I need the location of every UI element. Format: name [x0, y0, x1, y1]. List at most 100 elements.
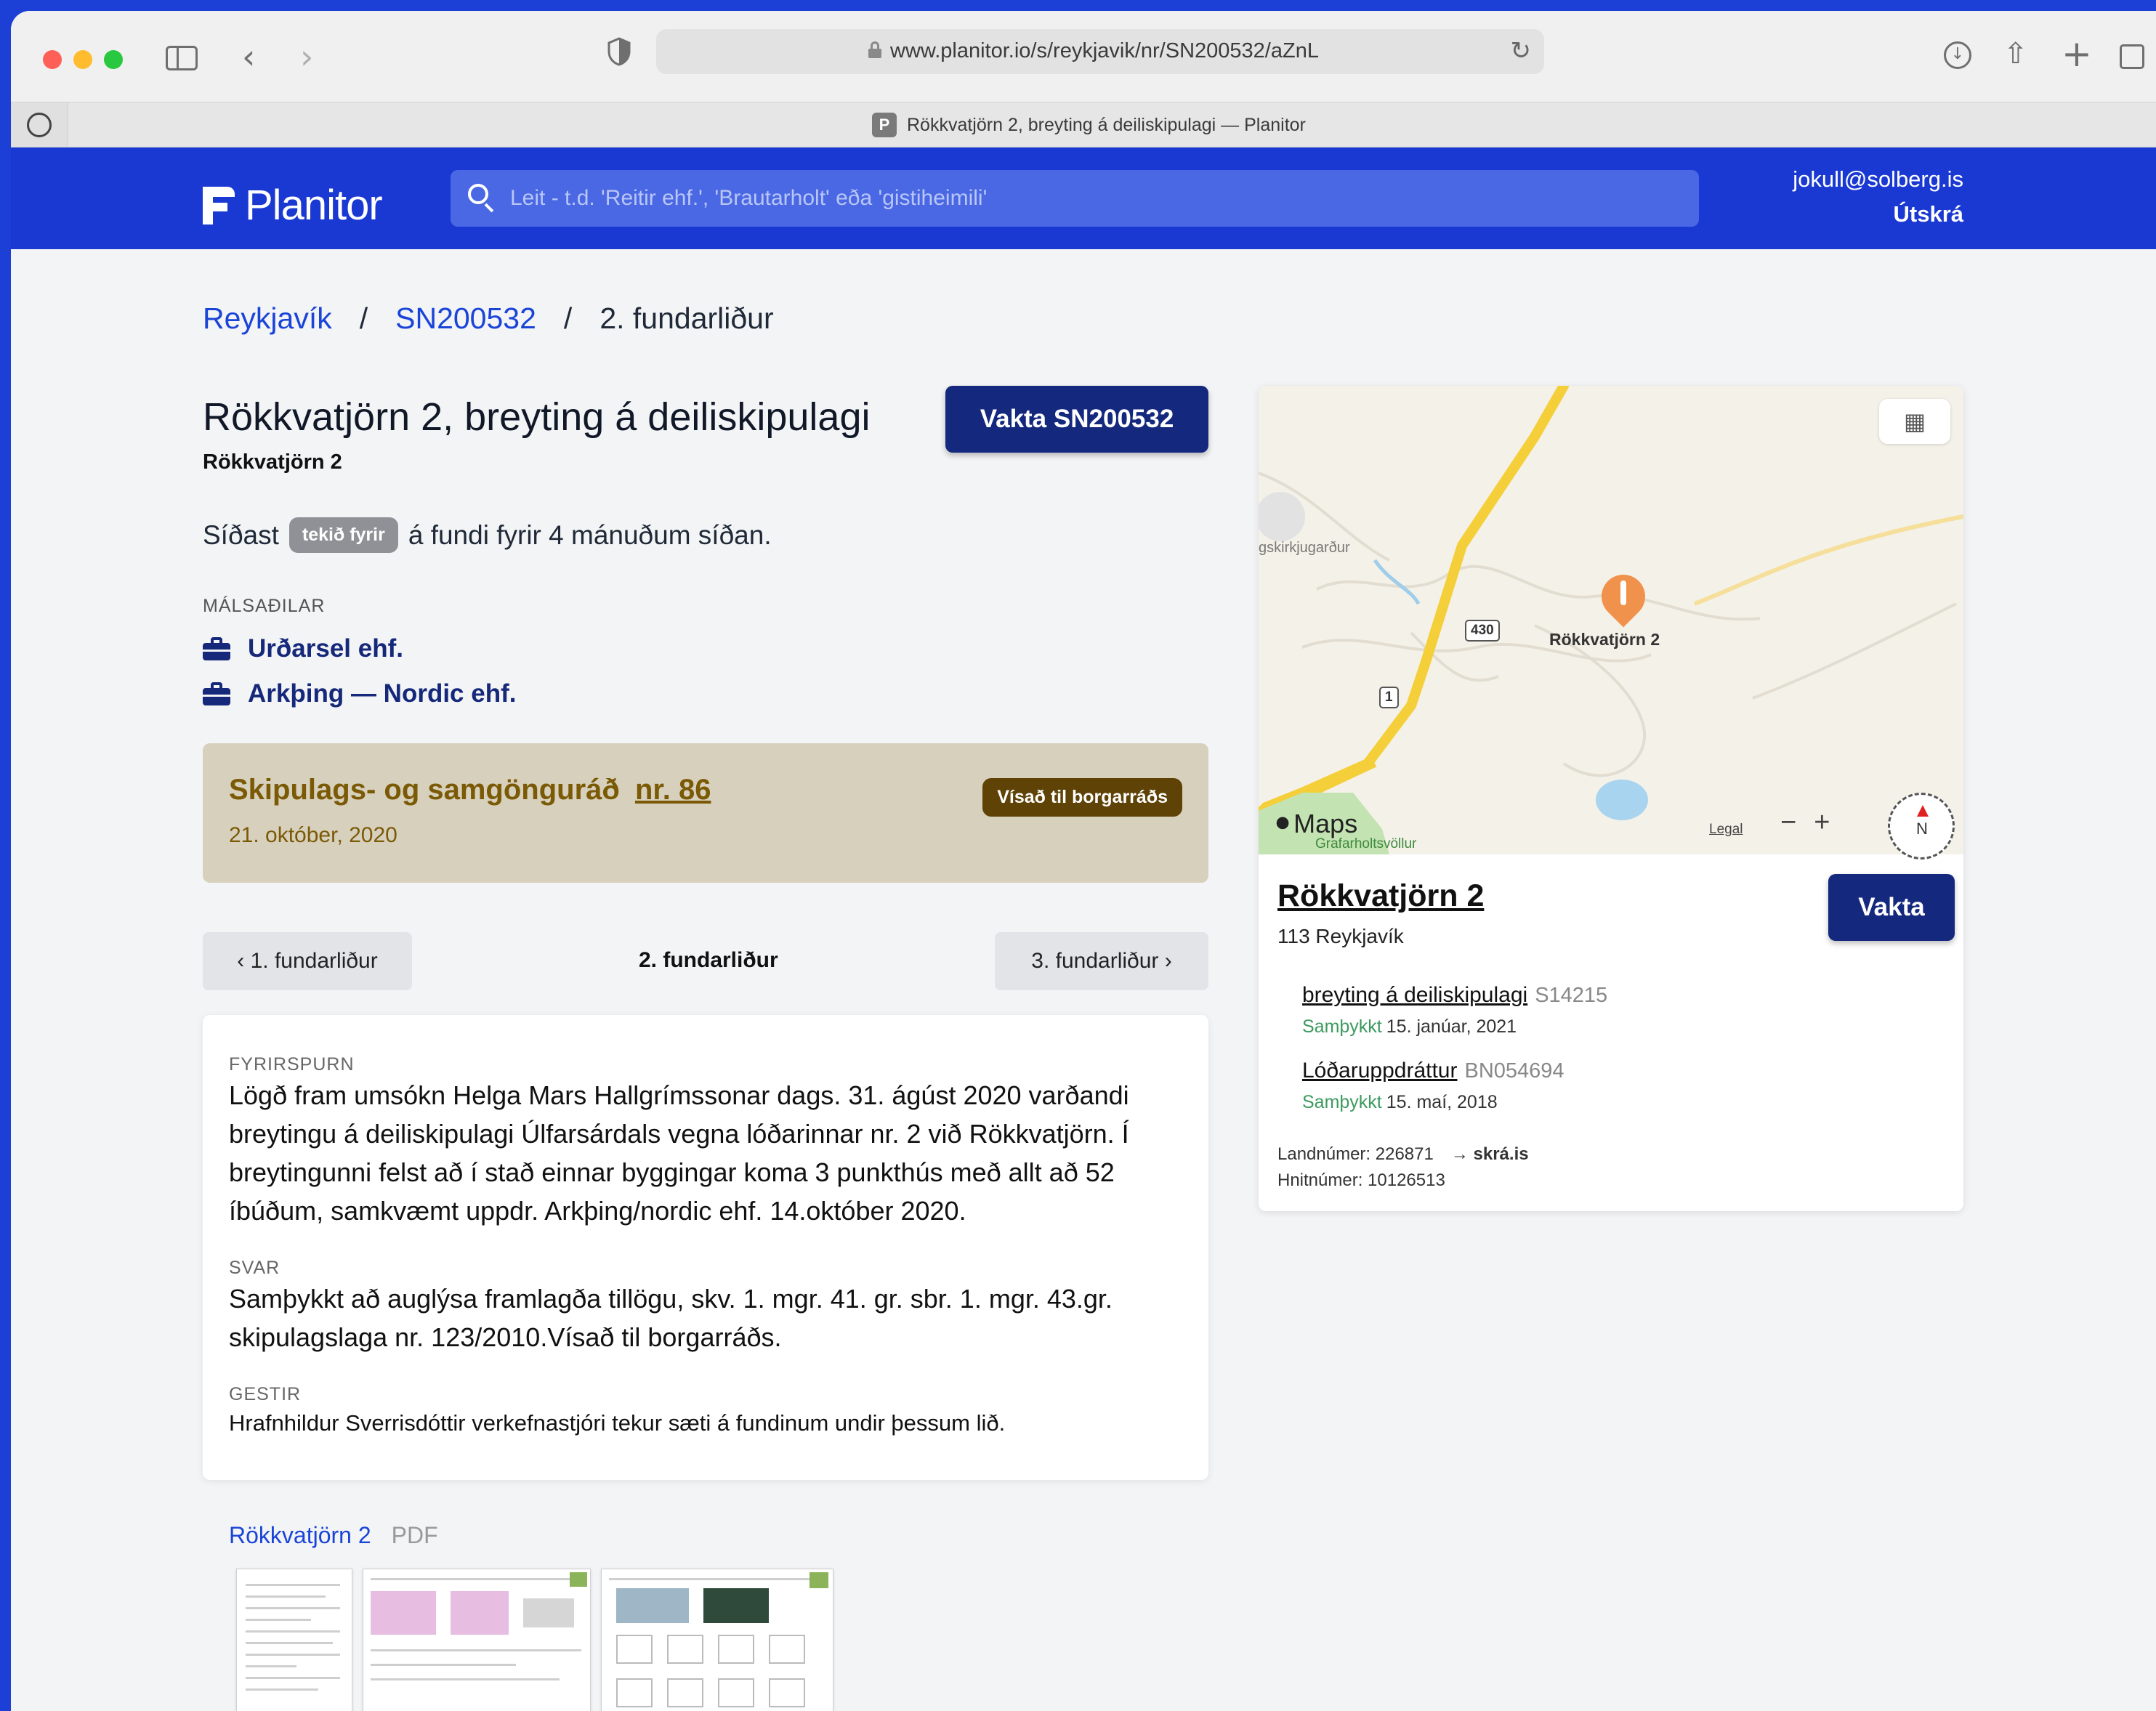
related-case-id: S14215 — [1535, 984, 1608, 1007]
briefcase-icon — [203, 682, 230, 705]
breadcrumb-separator: / — [563, 302, 573, 335]
forward-icon[interactable]: › — [300, 37, 313, 76]
last-seen-suffix: á fundi fyrir 4 mánuðum síðan. — [408, 519, 772, 550]
user-menu: jokull@solberg.is Útskrá — [1793, 166, 1963, 227]
search-icon — [468, 184, 494, 213]
related-case-link[interactable]: breyting á deiliskipulagi — [1302, 983, 1527, 1007]
url-text: www.planitor.io/s/reykjavik/nr/SN200532/… — [890, 39, 1319, 62]
pdf-page-thumbnail[interactable] — [236, 1569, 352, 1711]
logo-text: Planitor — [245, 182, 383, 229]
related-case: breyting á deiliskipulagi S14215 — [1302, 983, 1607, 1008]
attachment-link[interactable]: Rökkvatjörn 2 — [229, 1522, 371, 1549]
site-header: Planitor jokull@solberg.is Útskrá — [11, 147, 2156, 249]
inquiry-text: Lögð fram umsókn Helga Mars Hallgrímsson… — [229, 1080, 1129, 1226]
logo-mark-icon — [203, 186, 235, 225]
related-case-status: Samþykkt — [1302, 1016, 1382, 1037]
meeting-card: Skipulags- og samgönguráð nr. 86 21. okt… — [203, 743, 1208, 883]
sidebar-icon[interactable] — [166, 46, 198, 70]
party-link[interactable]: Arkþing — Nordic ehf. — [203, 679, 516, 708]
last-seen-status: Síðast tekið fyrir á fundi fyrir 4 mánuð… — [203, 517, 772, 553]
shield-icon[interactable] — [607, 37, 631, 66]
map-mode-button[interactable]: ▦ — [1879, 399, 1950, 444]
related-case-meta: Samþykkt 15. janúar, 2021 — [1302, 1016, 1517, 1037]
map-poi-label: gskirkjugarður — [1259, 540, 1350, 556]
zoom-window-button[interactable] — [104, 50, 123, 69]
close-window-button[interactable] — [43, 50, 62, 69]
maps-brand-text: Maps — [1293, 809, 1358, 838]
tab-bar: P Rökkvatjörn 2, breyting á deiliskipula… — [11, 102, 2156, 147]
party-link[interactable]: Urðarsel ehf. — [203, 634, 403, 663]
breadcrumb-separator: / — [359, 302, 368, 335]
related-case: Lóðaruppdráttur BN054694 — [1302, 1059, 1564, 1083]
related-case-date: 15. maí, 2018 — [1386, 1092, 1498, 1112]
parties-label: MÁLSAÐILAR — [203, 596, 326, 616]
related-case-meta: Samþykkt 15. maí, 2018 — [1302, 1092, 1498, 1113]
logout-link[interactable]: Útskrá — [1793, 201, 1964, 227]
map-view[interactable]: ▦ gskirkjugarður 430 1 Rökkvatjörn 2 Gra… — [1259, 386, 1963, 859]
zoom-out-button[interactable]: − — [1780, 807, 1796, 838]
new-tab-icon[interactable]: + — [2062, 33, 2092, 75]
inquiry-label: FYRIRSPURN — [229, 1054, 355, 1075]
share-icon[interactable]: ⇧ — [2003, 37, 2028, 70]
pdf-page-thumbnail[interactable] — [363, 1569, 591, 1711]
attachment-row: Rökkvatjörn 2 PDF — [229, 1522, 438, 1549]
briefcase-icon — [203, 637, 230, 660]
user-email[interactable]: jokull@solberg.is — [1793, 166, 1963, 193]
map-roads — [1259, 386, 1963, 854]
breadcrumb-case[interactable]: SN200532 — [395, 302, 536, 336]
prev-item-button[interactable]: ‹ 1. fundarliður — [203, 932, 412, 990]
breadcrumb: Reykjavík / SN200532 / 2. fundarliður — [203, 302, 774, 336]
map-icon: ▦ — [1903, 408, 1926, 434]
place-title[interactable]: Rökkvatjörn 2 — [1277, 878, 1484, 914]
meeting-title: Skipulags- og samgönguráð nr. 86 — [229, 774, 711, 806]
favicon-icon: P — [872, 113, 897, 137]
pinned-tab[interactable] — [11, 102, 68, 147]
pdf-page-thumbnail[interactable] — [601, 1569, 833, 1711]
related-case-id: BN054694 — [1464, 1059, 1564, 1083]
related-case-status: Samþykkt — [1302, 1092, 1382, 1112]
land-number: Landnúmer: 226871 — [1277, 1144, 1434, 1164]
address-bar[interactable]: www.planitor.io/s/reykjavik/nr/SN200532/… — [656, 29, 1544, 74]
back-icon[interactable]: ‹ — [242, 37, 255, 76]
meeting-number-link[interactable]: nr. 86 — [635, 774, 711, 806]
next-item-button[interactable]: 3. fundarliður › — [995, 932, 1208, 990]
watch-place-button[interactable]: Vakta — [1828, 874, 1955, 941]
download-icon[interactable]: ↓ — [1944, 41, 1971, 69]
meeting-committee: Skipulags- og samgönguráð — [229, 774, 620, 806]
skra-link[interactable]: → skrá.is — [1451, 1144, 1529, 1164]
current-item-label: 2. fundarliður — [639, 948, 778, 972]
party-name: Urðarsel ehf. — [248, 634, 403, 663]
attachment-type: PDF — [391, 1522, 438, 1548]
search-input[interactable] — [510, 179, 1673, 218]
compass-north-label: N — [1916, 820, 1928, 838]
compass-icon[interactable]: N — [1888, 793, 1955, 859]
place-postal: 113 Reykjavík — [1277, 925, 1404, 947]
browser-toolbar: ‹ › www.planitor.io/s/reykjavik/nr/SN200… — [11, 11, 2156, 102]
status-badge: Vísað til borgarráðs — [982, 778, 1182, 817]
active-tab[interactable]: P Rökkvatjörn 2, breyting á deiliskipula… — [872, 110, 1306, 139]
hnit-number: Hnitnúmer: 10126513 — [1277, 1170, 1445, 1190]
road-shield-1: 1 — [1379, 687, 1399, 708]
breadcrumb-municipality[interactable]: Reykjavík — [203, 302, 332, 336]
guests-label: GESTIR — [229, 1384, 302, 1404]
page-title: Rökkvatjörn 2, breyting á deiliskipulagi — [203, 395, 871, 439]
watch-case-button[interactable]: Vakta SN200532 — [945, 386, 1208, 453]
related-case-link[interactable]: Lóðaruppdráttur — [1302, 1059, 1458, 1083]
meeting-date: 21. október, 2020 — [229, 823, 397, 847]
party-name: Arkþing — Nordic ehf. — [248, 679, 517, 708]
apple-maps-logo: ⚫Maps — [1272, 809, 1358, 838]
tabs-overview-icon[interactable] — [2120, 44, 2144, 69]
minimize-window-button[interactable] — [73, 50, 92, 69]
land-number-row: Landnúmer: 226871 → skrá.is — [1277, 1144, 1529, 1165]
status-pill: tekið fyrir — [288, 517, 398, 553]
zoom-in-button[interactable]: + — [1814, 807, 1830, 838]
reload-icon[interactable]: ↻ — [1511, 36, 1532, 65]
minutes-card: FYRIRSPURN Lögð fram umsókn Helga Mars H… — [203, 1015, 1208, 1480]
lock-icon — [868, 41, 881, 58]
answer-text: Samþykkt að auglýsa framlagða tillögu, s… — [229, 1284, 1113, 1352]
planitor-logo[interactable]: Planitor — [203, 181, 383, 230]
browser-window: ‹ › www.planitor.io/s/reykjavik/nr/SN200… — [11, 11, 2156, 1711]
search-bar[interactable] — [451, 170, 1699, 227]
map-legal-link[interactable]: Legal — [1709, 822, 1743, 838]
page-subtitle: Rökkvatjörn 2 — [203, 450, 342, 474]
